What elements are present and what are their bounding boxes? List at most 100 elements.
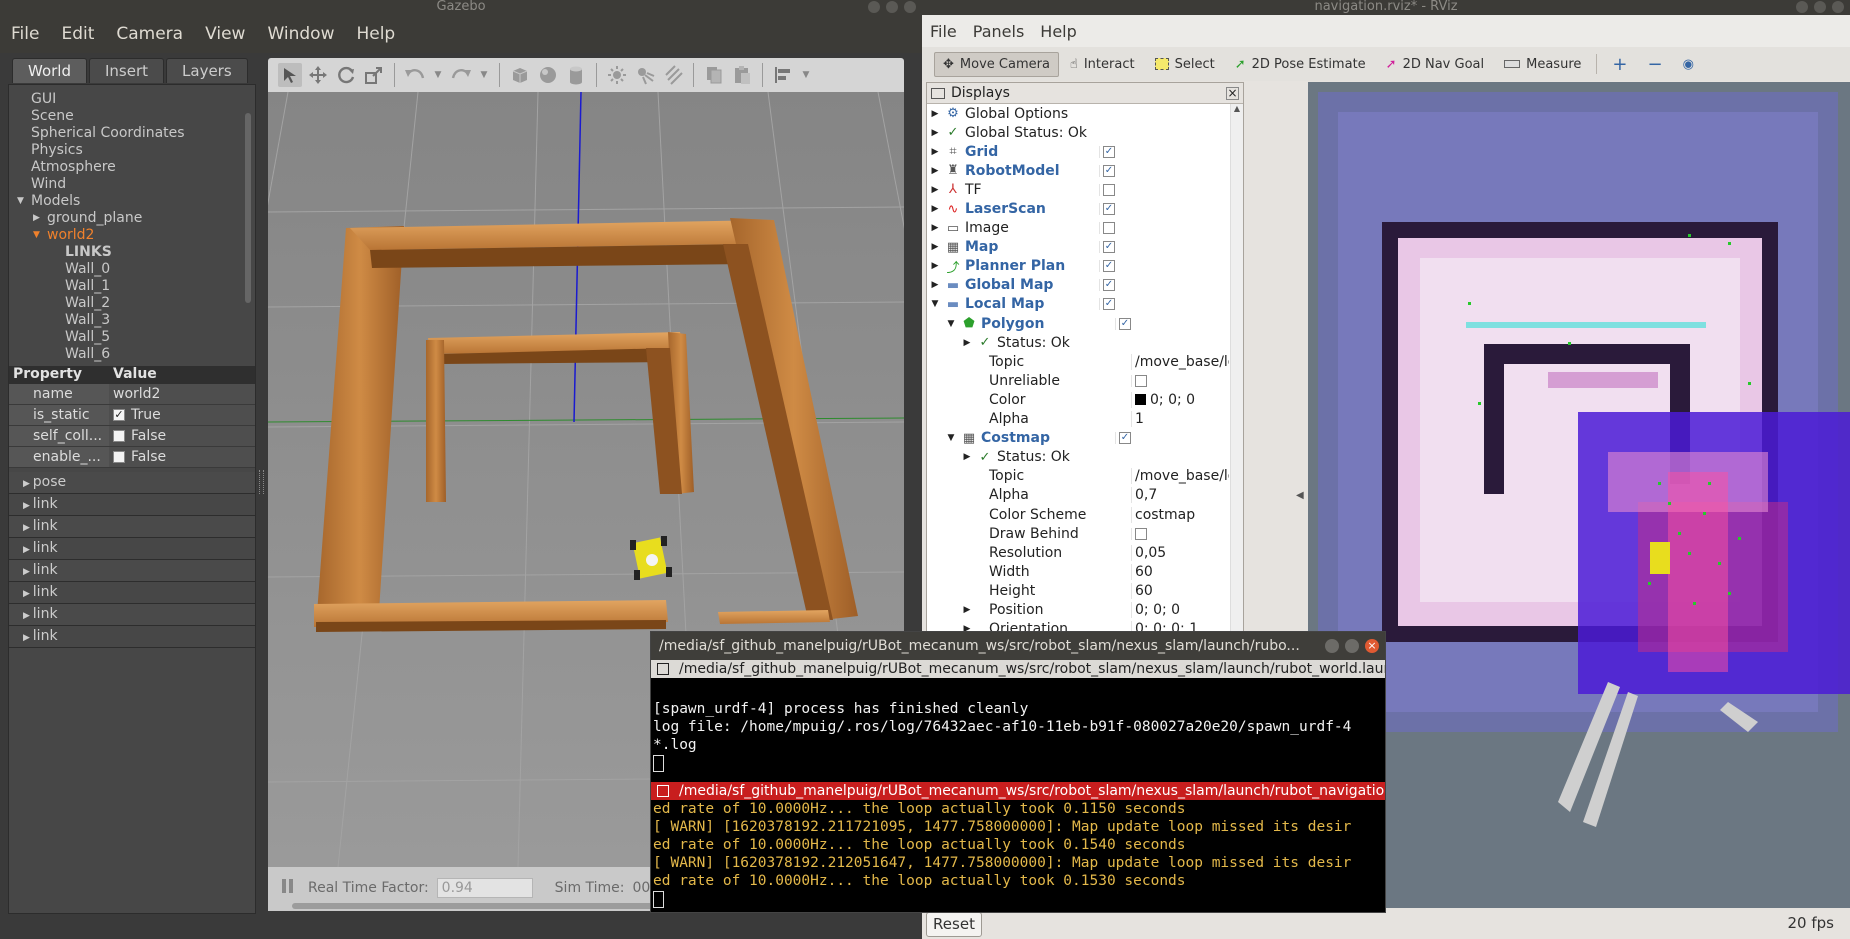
- display-row[interactable]: Topic/move_base/local_co...: [927, 352, 1229, 371]
- tab-world[interactable]: World: [12, 58, 87, 83]
- minimize-button[interactable]: [1796, 1, 1808, 13]
- tree-item[interactable]: Wind: [9, 176, 255, 193]
- property-checkbox[interactable]: [113, 451, 125, 463]
- display-row[interactable]: Alpha 1: [927, 410, 1229, 429]
- tree-item[interactable]: GUI: [9, 91, 255, 108]
- tree-item[interactable]: Scene: [9, 108, 255, 125]
- spot-light-icon[interactable]: [633, 63, 657, 87]
- tab-layers[interactable]: Layers: [166, 58, 248, 83]
- display-value-cell[interactable]: 60: [1131, 563, 1229, 580]
- display-row[interactable]: ▶ ▬ Global Map ✓: [927, 276, 1229, 295]
- collapsed-property-link[interactable]: ▶ link: [9, 494, 255, 516]
- display-value-cell[interactable]: [1099, 183, 1229, 196]
- property-value[interactable]: ✓ True: [109, 405, 255, 425]
- display-value-cell[interactable]: 0; 0; 0: [1131, 391, 1229, 408]
- display-row[interactable]: Color Scheme costmap: [927, 505, 1229, 524]
- map-canvas[interactable]: [1308, 82, 1850, 908]
- left-collapse-arrow[interactable]: ◀: [1296, 490, 1304, 501]
- tree-item[interactable]: Wall_5: [9, 329, 255, 346]
- display-value-cell[interactable]: ✓: [1115, 317, 1229, 330]
- maximize-button[interactable]: [886, 1, 898, 13]
- close-button[interactable]: [904, 1, 916, 13]
- directional-light-icon[interactable]: [661, 63, 685, 87]
- rviz-3d-view[interactable]: [1308, 82, 1850, 908]
- display-row[interactable]: ▶ ✓ Status: Ok: [927, 333, 1229, 352]
- property-checkbox[interactable]: [113, 430, 125, 442]
- expand-arrow-icon[interactable]: ▶: [929, 128, 941, 138]
- close-button[interactable]: ×: [1365, 639, 1379, 653]
- display-row[interactable]: Width 60: [927, 562, 1229, 581]
- display-value-cell[interactable]: ✓: [1115, 432, 1229, 445]
- cylinder-shape-icon[interactable]: [564, 63, 588, 87]
- display-checkbox[interactable]: ✓: [1103, 298, 1115, 311]
- expand-arrow-icon[interactable]: ▶: [929, 147, 941, 157]
- display-row[interactable]: ▶ ▭ Image: [927, 219, 1229, 238]
- display-row[interactable]: Alpha 0,7: [927, 486, 1229, 505]
- align-icon[interactable]: [771, 63, 795, 87]
- displays-scrollbar[interactable]: ▲: [1230, 104, 1243, 636]
- menu-camera[interactable]: Camera: [105, 24, 194, 44]
- close-panel-icon[interactable]: ×: [1226, 86, 1239, 100]
- collapsed-property-link[interactable]: ▶ link: [9, 604, 255, 626]
- collapsed-property-link[interactable]: ▶ link: [9, 538, 255, 560]
- expand-arrow-icon[interactable]: ▶: [961, 452, 973, 462]
- expand-arrow-icon[interactable]: ▶: [929, 204, 941, 214]
- expand-arrow-icon[interactable]: ▶: [961, 605, 973, 615]
- tree-scrollbar[interactable]: [245, 113, 251, 303]
- display-row[interactable]: Color 0; 0; 0: [927, 390, 1229, 409]
- sphere-shape-icon[interactable]: [536, 63, 560, 87]
- tree-item[interactable]: ▼ Models: [9, 193, 255, 210]
- property-value[interactable]: False: [109, 447, 255, 467]
- menu-help[interactable]: Help: [345, 24, 406, 44]
- display-row[interactable]: ▶ ⤴ Planner Plan ✓: [927, 257, 1229, 276]
- menu-panels[interactable]: Panels: [965, 22, 1033, 41]
- rotate-icon[interactable]: [334, 63, 358, 87]
- collapse-arrow-icon[interactable]: ▼: [33, 227, 40, 244]
- remove-tool-button[interactable]: −: [1638, 49, 1671, 80]
- redo-icon[interactable]: [449, 63, 473, 87]
- expand-arrow-icon[interactable]: ▶: [929, 242, 941, 252]
- translate-icon[interactable]: [306, 63, 330, 87]
- display-row[interactable]: ▶ ♜ RobotModel ✓: [927, 161, 1229, 180]
- display-checkbox[interactable]: ✓: [1103, 241, 1115, 254]
- tool-move-camera[interactable]: ✥ Move Camera: [934, 51, 1059, 77]
- tree-item[interactable]: Wall_2: [9, 295, 255, 312]
- display-value-cell[interactable]: 0,7: [1131, 487, 1229, 504]
- terminal-tab-navigation[interactable]: /media/sf_github_manelpuig/rUBot_mecanum…: [651, 782, 1385, 800]
- select-arrow-icon[interactable]: [278, 63, 302, 87]
- tree-item[interactable]: Spherical Coordinates: [9, 125, 255, 142]
- display-checkbox[interactable]: [1103, 183, 1115, 196]
- display-row[interactable]: Height 60: [927, 581, 1229, 600]
- expand-arrow-icon[interactable]: ▶: [33, 210, 40, 227]
- undo-dropdown-icon[interactable]: ▼: [431, 63, 445, 87]
- display-value-cell[interactable]: /move_base/local_co...: [1131, 353, 1229, 370]
- point-light-icon[interactable]: [605, 63, 629, 87]
- undo-icon[interactable]: [403, 63, 427, 87]
- tool-select[interactable]: Select: [1146, 52, 1224, 77]
- display-value-cell[interactable]: ✓: [1099, 164, 1229, 177]
- menu-help[interactable]: Help: [1032, 22, 1084, 41]
- menu-file[interactable]: File: [922, 22, 965, 41]
- add-tool-button[interactable]: +: [1603, 49, 1636, 80]
- display-checkbox[interactable]: ✓: [1119, 432, 1131, 445]
- display-value-cell[interactable]: /move_base/local_co...: [1131, 468, 1229, 485]
- property-checkbox[interactable]: ✓: [113, 409, 125, 421]
- display-checkbox[interactable]: ✓: [1119, 317, 1131, 330]
- display-row[interactable]: Unreliable: [927, 371, 1229, 390]
- display-value-cell[interactable]: ✓: [1099, 203, 1229, 216]
- tree-item[interactable]: Atmosphere: [9, 159, 255, 176]
- display-checkbox[interactable]: [1135, 527, 1147, 540]
- display-value-cell[interactable]: ✓: [1099, 241, 1229, 254]
- expand-arrow-icon[interactable]: ▶: [929, 109, 941, 119]
- display-value-cell[interactable]: 1: [1131, 411, 1229, 428]
- expand-arrow-icon[interactable]: ▶: [929, 261, 941, 271]
- align-dropdown-icon[interactable]: ▼: [799, 63, 813, 87]
- terminal-tab-world[interactable]: /media/sf_github_manelpuig/rUBot_mecanum…: [651, 660, 1385, 678]
- display-value-cell[interactable]: 0,05: [1131, 544, 1229, 561]
- display-value-cell[interactable]: ✓: [1099, 145, 1229, 158]
- collapsed-property-link[interactable]: ▶ link: [9, 626, 255, 648]
- box-shape-icon[interactable]: [508, 63, 532, 87]
- display-value-cell[interactable]: ✓: [1099, 298, 1229, 311]
- expand-arrow-icon[interactable]: ▶: [929, 185, 941, 195]
- tool-interact[interactable]: ☝ Interact: [1061, 52, 1144, 77]
